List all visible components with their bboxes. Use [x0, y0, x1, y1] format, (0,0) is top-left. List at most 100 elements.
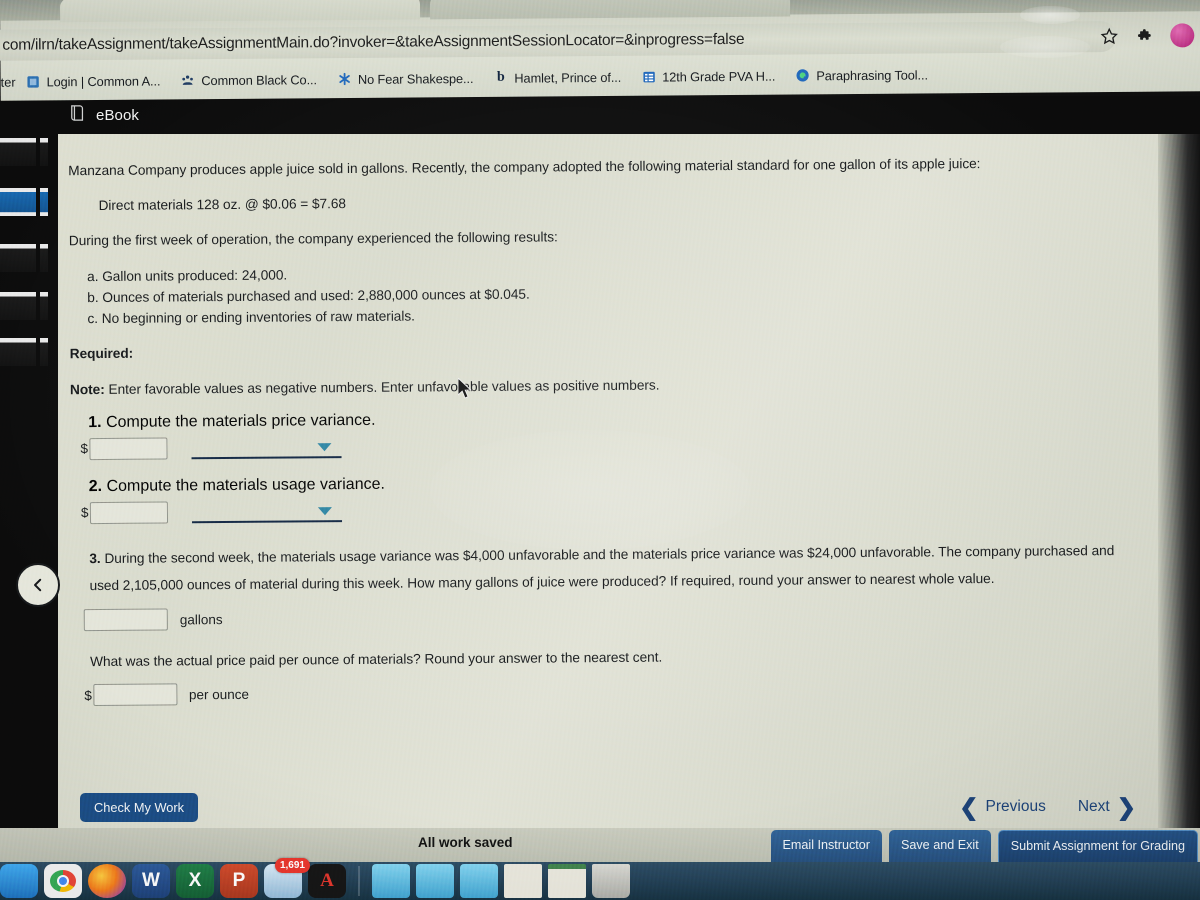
- left-navigation-rail: [0, 96, 58, 856]
- favorable-unfavorable-select-2[interactable]: [191, 500, 342, 524]
- bookmark-item-login-common[interactable]: Login | Common A...: [15, 71, 170, 91]
- blue-square-favicon: [26, 74, 41, 89]
- dock-folder-2[interactable]: [416, 864, 454, 898]
- note-label: Note:: [69, 381, 105, 397]
- previous-button[interactable]: ❮ Previous: [959, 793, 1046, 820]
- note-line: Note: Enter favorable values as negative…: [70, 371, 1120, 400]
- people-favicon: [180, 73, 195, 88]
- asterisk-favicon: [337, 71, 352, 86]
- select-underline: [191, 519, 342, 524]
- chevron-down-icon[interactable]: [317, 507, 332, 516]
- ebook-toolbar: eBook: [58, 96, 1200, 134]
- dock-icon-chrome[interactable]: [44, 864, 82, 898]
- footer-buttons: Email Instructor Save and Exit Submit As…: [770, 830, 1198, 864]
- price-per-ounce-row: $ per ounce: [84, 676, 1120, 707]
- dock-trash[interactable]: [592, 864, 630, 898]
- browser-tab[interactable]: [59, 0, 421, 23]
- dollar-sign: $: [80, 441, 89, 457]
- select-underline: [191, 455, 342, 460]
- question-2-text: Compute the materials usage variance.: [106, 475, 385, 495]
- book-icon: [70, 104, 86, 127]
- previous-page-circle-button[interactable]: [16, 563, 60, 607]
- bookmark-label: 12th Grade PVA H...: [662, 68, 776, 85]
- note-text: Enter favorable values as negative numbe…: [104, 377, 660, 397]
- ebook-label[interactable]: eBook: [96, 107, 139, 124]
- bookmark-item-no-fear-shakespeare[interactable]: No Fear Shakespe...: [327, 68, 484, 88]
- dock-icon-firefox[interactable]: [88, 864, 126, 898]
- problem-intro: Manzana Company produces apple juice sol…: [68, 156, 981, 179]
- bookmark-item-12th-grade-pva[interactable]: 12th Grade PVA H...: [631, 66, 785, 86]
- dock-icon-finder[interactable]: [0, 864, 38, 898]
- browser-chrome: com/ilrn/takeAssignment/takeAssignmentMa…: [0, 0, 1200, 101]
- bookmark-partial-label[interactable]: ter: [1, 74, 16, 89]
- macos-dock: W X P 1,691 A: [0, 858, 1200, 900]
- profile-avatar-icon[interactable]: [1170, 23, 1195, 48]
- question-3-followup: What was the actual price paid per ounce…: [90, 649, 663, 670]
- assignment-footer-bar: All work saved Email Instructor Save and…: [0, 828, 1200, 864]
- question-2-number: 2.: [88, 477, 103, 495]
- browser-tab[interactable]: [429, 0, 791, 20]
- favorable-unfavorable-select-1[interactable]: [191, 436, 342, 460]
- assignment-content: Manzana Company produces apple juice sol…: [58, 134, 1158, 856]
- question-3-number: 3.: [89, 550, 101, 566]
- dock-icon-word[interactable]: W: [132, 864, 170, 898]
- dock-icon-mail[interactable]: 1,691: [264, 858, 310, 898]
- chevron-right-icon: ❯: [1116, 793, 1136, 820]
- puzzle-piece-icon[interactable]: [1134, 25, 1156, 47]
- gallons-produced-input[interactable]: [83, 608, 168, 632]
- dollar-sign: $: [80, 505, 89, 521]
- chevron-left-icon: ❮: [959, 793, 979, 820]
- rail-spine: [36, 134, 40, 894]
- tab-strip: [0, 0, 1200, 23]
- dock-icon-excel[interactable]: X: [176, 864, 214, 898]
- dock-glyph-excel: X: [188, 870, 202, 891]
- check-my-work-button[interactable]: Check My Work: [80, 792, 199, 822]
- previous-label: Previous: [985, 798, 1046, 815]
- question-1: 1. Compute the materials price variance.: [88, 406, 1120, 432]
- per-ounce-unit-label: per ounce: [188, 686, 250, 702]
- rail-thumbnail[interactable]: [0, 338, 48, 366]
- dock-glyph-word: W: [142, 870, 160, 891]
- bookmark-item-paraphrasing-tool[interactable]: Paraphrasing Tool...: [785, 65, 938, 85]
- chevron-down-icon[interactable]: [316, 443, 331, 452]
- question-1-text: Compute the materials price variance.: [105, 411, 376, 431]
- actual-price-per-ounce-input[interactable]: [92, 683, 177, 707]
- dock-icon-powerpoint[interactable]: P: [220, 864, 258, 898]
- bookmarks-bar: ter Login | Common A... Common Black Co.…: [1, 57, 1200, 96]
- email-instructor-button[interactable]: Email Instructor: [770, 830, 882, 862]
- question-3-body: 3. During the second week, the materials…: [89, 538, 1119, 600]
- materials-price-variance-input[interactable]: [88, 437, 168, 460]
- submit-assignment-button[interactable]: Submit Assignment for Grading: [997, 830, 1198, 864]
- address-bar[interactable]: com/ilrn/takeAssignment/takeAssignmentMa…: [0, 20, 1117, 61]
- bookmark-star-icon[interactable]: [1098, 25, 1120, 47]
- question-1-answer-row: $: [80, 430, 1120, 460]
- dock-folder-3[interactable]: [460, 864, 498, 898]
- mail-unread-badge: 1,691: [274, 858, 310, 873]
- web-page: eBook Manzana Company produces apple jui…: [0, 96, 1200, 894]
- rail-thumbnail[interactable]: [0, 292, 48, 320]
- dock-folder-1[interactable]: [372, 864, 410, 898]
- save-and-exit-button[interactable]: Save and Exit: [888, 830, 991, 862]
- bookmark-item-common-black[interactable]: Common Black Co...: [170, 70, 327, 90]
- question-3: 3. During the second week, the materials…: [83, 538, 1120, 707]
- url-text: com/ilrn/takeAssignment/takeAssignmentMa…: [2, 30, 745, 54]
- results-intro: During the first week of operation, the …: [68, 229, 558, 249]
- rail-thumbnail-active[interactable]: [0, 188, 48, 216]
- dock-document-2[interactable]: [548, 864, 586, 898]
- materials-usage-variance-input[interactable]: [89, 501, 168, 524]
- assignment-action-bar: Check My Work ❮ Previous Next ❯: [58, 784, 1158, 830]
- letter-b-favicon: b: [496, 69, 505, 85]
- material-standard: Direct materials 128 oz. @ $0.06 = $7.68: [98, 196, 346, 214]
- next-button[interactable]: Next ❯: [1078, 793, 1136, 820]
- rail-thumbnail[interactable]: [0, 138, 48, 166]
- rail-thumbnail[interactable]: [0, 244, 48, 272]
- mouse-cursor: [458, 378, 472, 399]
- bookmark-label: No Fear Shakespe...: [357, 70, 474, 87]
- question-3-text: During the second week, the materials us…: [89, 542, 1115, 593]
- dock-icon-acrobat-reader[interactable]: A: [308, 864, 346, 898]
- bookmark-item-hamlet[interactable]: b Hamlet, Prince of...: [483, 67, 631, 87]
- dock-glyph-powerpoint: P: [232, 870, 246, 891]
- question-2-answer-row: $: [81, 494, 1121, 524]
- circle-q-favicon: [795, 68, 810, 83]
- dock-document-1[interactable]: [504, 864, 542, 898]
